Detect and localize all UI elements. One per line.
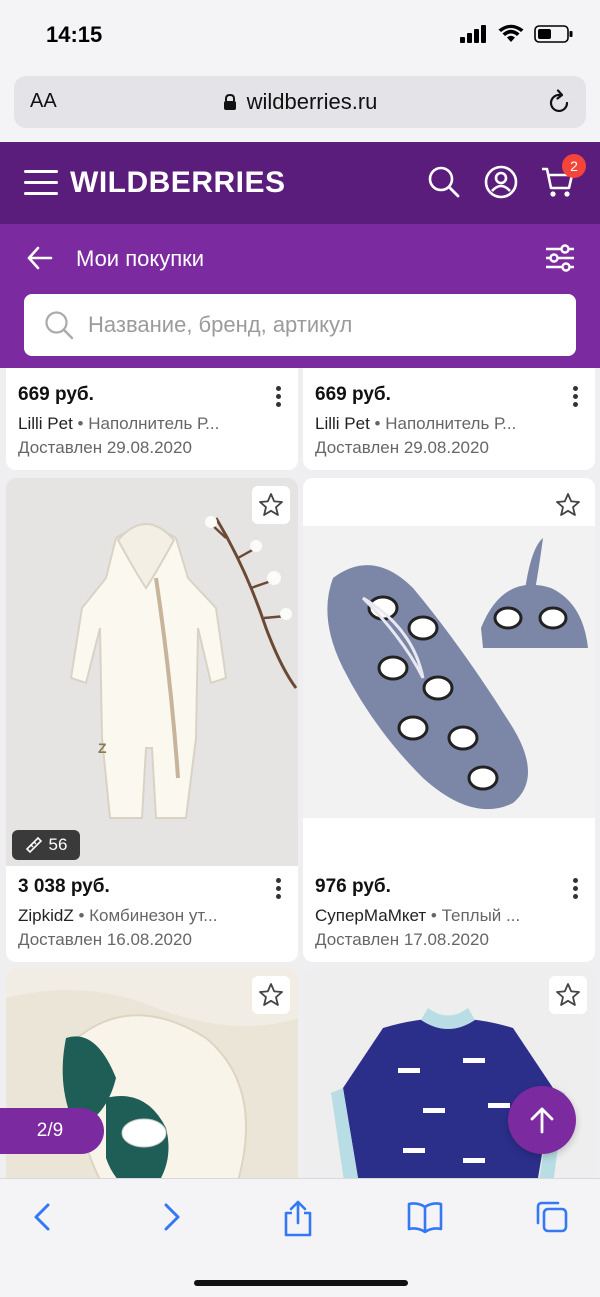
share-icon[interactable] [282, 1199, 314, 1237]
favorite-button[interactable] [252, 976, 290, 1014]
tabs-icon[interactable] [534, 1199, 570, 1235]
product-category: Теплый ... [441, 906, 521, 925]
product-image[interactable]: Z [6, 478, 298, 866]
bookmarks-icon[interactable] [406, 1199, 444, 1235]
cart-count-badge: 2 [562, 154, 586, 178]
system-icons [460, 24, 574, 44]
profile-icon[interactable] [483, 164, 519, 200]
forward-icon[interactable] [158, 1199, 184, 1235]
reload-icon[interactable] [548, 89, 572, 115]
more-options-icon[interactable] [276, 386, 282, 410]
product-brand: Lilli Pet [18, 414, 73, 433]
star-icon [259, 493, 283, 516]
search-input[interactable] [88, 304, 558, 346]
more-options-icon[interactable] [276, 878, 282, 902]
favorite-button[interactable] [252, 486, 290, 524]
product-category: Комбинезон ут... [89, 906, 218, 925]
product-image[interactable] [303, 478, 595, 866]
product-name: Lilli Pet • Наполнитель Р... [18, 414, 220, 433]
star-icon [259, 983, 283, 1006]
delivery-status: Доставлен 29.08.2020 [18, 438, 192, 457]
product-price: 3 038 руб. [18, 876, 110, 897]
more-options-icon[interactable] [573, 878, 579, 902]
favorite-button[interactable] [549, 486, 587, 524]
size-value: 56 [48, 835, 68, 854]
battery-icon [534, 25, 573, 43]
cart-button[interactable]: 2 [540, 154, 586, 200]
svg-text:Z: Z [98, 740, 107, 756]
site-header: WILDBERRIES 2 [0, 142, 600, 224]
back-icon[interactable] [30, 1199, 56, 1235]
search-icon [45, 311, 74, 340]
product-card[interactable]: 669 руб. Lilli Pet • Наполнитель Р... До… [6, 368, 298, 470]
size-badge: 56 [12, 830, 80, 860]
browser-address-area: AA wildberries.ru [0, 70, 600, 142]
product-name: СуперМаМкет • Теплый ... [315, 906, 521, 925]
product-card[interactable]: 976 руб. СуперМаМкет • Теплый ... Достав… [303, 478, 595, 962]
scroll-to-top-button[interactable] [508, 1086, 576, 1154]
star-icon [556, 493, 580, 516]
page-indicator: 2/9 [0, 1108, 104, 1154]
product-brand: ZipkidZ [18, 906, 74, 925]
product-category: Наполнитель Р... [385, 414, 517, 433]
search-box[interactable] [24, 294, 576, 356]
product-name: Lilli Pet • Наполнитель Р... [315, 414, 517, 433]
delivery-status: Доставлен 16.08.2020 [18, 930, 192, 949]
delivery-status: Доставлен 29.08.2020 [315, 438, 489, 457]
product-brand: Lilli Pet [315, 414, 370, 433]
wifi-icon [498, 24, 524, 42]
url-text: wildberries.ru [246, 89, 378, 114]
purchases-grid: 669 руб. Lilli Pet • Наполнитель Р... До… [0, 368, 600, 1178]
product-card[interactable]: 669 руб. Lilli Pet • Наполнитель Р... До… [303, 368, 595, 470]
lock-icon [223, 94, 236, 110]
signal-icon [460, 25, 486, 43]
ruler-icon [25, 836, 42, 854]
page-title: Мои покупки [76, 246, 205, 271]
address-bar[interactable]: AA wildberries.ru [14, 76, 586, 128]
product-price: 976 руб. [315, 876, 391, 897]
more-options-icon[interactable] [573, 386, 579, 410]
product-price: 669 руб. [315, 384, 391, 405]
product-price: 669 руб. [18, 384, 94, 405]
site-logo[interactable]: WILDBERRIES [70, 166, 286, 200]
page-toolbar: Мои покупки [0, 224, 600, 368]
url-display[interactable]: wildberries.ru [14, 89, 586, 115]
favorite-button[interactable] [549, 976, 587, 1014]
product-card[interactable]: Z 56 3 038 руб. ZipkidZ • Комбинезон ут.… [6, 478, 298, 962]
product-brand: СуперМаМкет [315, 906, 427, 925]
search-icon[interactable] [426, 164, 462, 200]
filters-icon[interactable] [544, 242, 576, 274]
home-indicator [194, 1280, 408, 1286]
product-category: Наполнитель Р... [88, 414, 220, 433]
status-time: 14:15 [46, 22, 103, 47]
menu-icon[interactable] [24, 170, 58, 196]
delivery-status: Доставлен 17.08.2020 [315, 930, 489, 949]
status-bar: 14:15 [0, 0, 600, 70]
product-name: ZipkidZ • Комбинезон ут... [18, 906, 218, 925]
arrow-up-icon [530, 1107, 554, 1134]
back-arrow-icon[interactable] [26, 244, 54, 272]
star-icon [556, 983, 580, 1006]
